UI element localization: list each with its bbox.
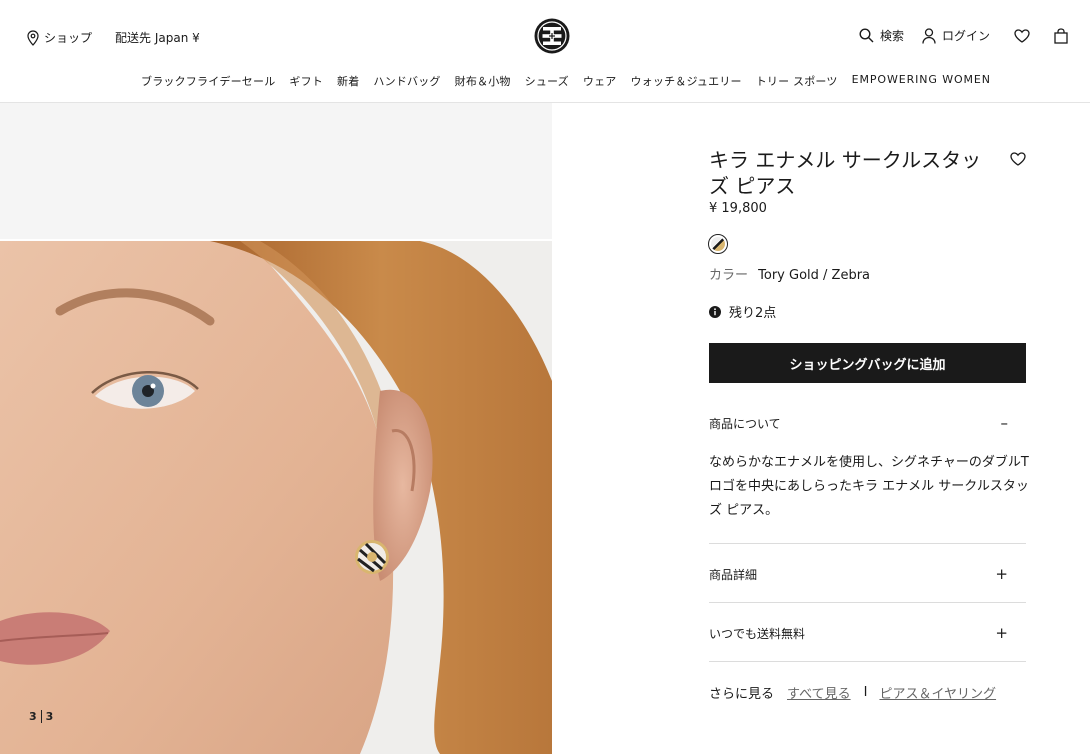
login-button[interactable]: ログイン [922,27,990,44]
color-label: カラー [709,268,749,283]
accordion-details-header[interactable]: 商品詳細 + [709,565,1026,583]
product-wishlist-heart-icon[interactable] [1010,152,1026,166]
heart-icon [1014,28,1030,43]
expand-plus-icon: + [995,565,1008,583]
nav-item-wallets[interactable]: 財布＆小物 [455,73,511,89]
gallery-image-previous[interactable] [0,103,552,239]
login-label: ログイン [941,29,990,43]
see-more-label: さらに見る [709,687,775,702]
model-photo [0,241,552,754]
search-button[interactable]: 検索 [859,27,904,44]
gallery-current: 3 [29,710,37,723]
accordion-about-title: 商品について [709,416,781,431]
nav-item-empowering-women[interactable]: EMPOWERING WOMEN [852,73,991,89]
info-icon [709,305,721,318]
swatch-fill [711,237,725,251]
category-earrings-link[interactable]: ピアス＆イヤリング [879,683,996,702]
wishlist-button[interactable] [1014,28,1030,43]
user-icon [922,27,936,44]
see-more-links: さらに見る すべて見る I ピアス＆イヤリング [709,683,996,702]
nav-item-shoes[interactable]: シューズ [525,73,569,89]
shipping-country-selector[interactable]: 配送先 Japan ¥ [115,29,200,46]
color-value: Tory Gold / Zebra [758,268,871,283]
nav-item-handbags[interactable]: ハンドバッグ [373,73,440,89]
search-label: 検索 [879,29,904,43]
main-navigation: ブラックフライデーセール ギフト 新着 ハンドバッグ 財布＆小物 シューズ ウェ… [141,73,991,89]
nav-item-clothing[interactable]: ウェア [583,73,617,89]
accordion-shipping-header[interactable]: いつでも送料無料 + [709,624,1026,642]
accordion-divider [709,661,1026,662]
nav-item-tory-sport[interactable]: トリー スポーツ [756,73,838,89]
accordion-about-header[interactable]: 商品について – [709,414,1026,432]
header-right: 検索 ログイン [859,27,1068,44]
nav-item-watches-jewelry[interactable]: ウォッチ＆ジュエリー [630,73,741,89]
accordion-details-title: 商品詳細 [709,567,758,582]
add-to-bag-button[interactable]: ショッピングバッグに追加 [709,343,1026,383]
brand-logo[interactable] [533,17,571,55]
header-left: ショップ 配送先 Japan ¥ [27,29,200,46]
color-info: カラー Tory Gold / Zebra [709,264,870,283]
link-divider: I [863,685,868,700]
accordion-divider [709,543,1026,544]
nav-item-black-friday[interactable]: ブラックフライデーセール [141,73,275,89]
nav-item-gifts[interactable]: ギフト [289,73,323,89]
gallery-image-model[interactable] [0,241,552,754]
shopping-bag-icon [1054,27,1068,44]
store-locator-link[interactable]: ショップ [27,29,92,46]
accordion-shipping-title: いつでも送料無料 [709,626,806,641]
location-pin-icon [27,29,39,46]
expand-plus-icon: + [995,624,1008,642]
color-swatch-selected[interactable] [708,234,728,254]
nav-item-new-arrivals[interactable]: 新着 [337,73,359,89]
gallery-total: 3 [45,710,54,723]
counter-divider [40,710,42,723]
see-all-link[interactable]: すべて見る [787,683,851,702]
gallery-counter: 3 3 [29,710,53,723]
stock-notice: 残り2点 [709,302,776,321]
shop-label: ショップ [44,31,93,45]
accordion-divider [709,602,1026,603]
search-icon [859,28,874,43]
collapse-minus-icon: – [1000,414,1009,432]
stock-text: 残り2点 [729,306,777,321]
product-title: キラ エナメル サークルスタッズ ピアス [709,148,982,198]
product-description: なめらかなエナメルを使用し、シグネチャーのダブルTロゴを中央にあしらったキラ エ… [709,455,1029,518]
product-price: ¥ 19,800 [709,201,767,216]
shopping-bag-button[interactable] [1054,27,1068,44]
